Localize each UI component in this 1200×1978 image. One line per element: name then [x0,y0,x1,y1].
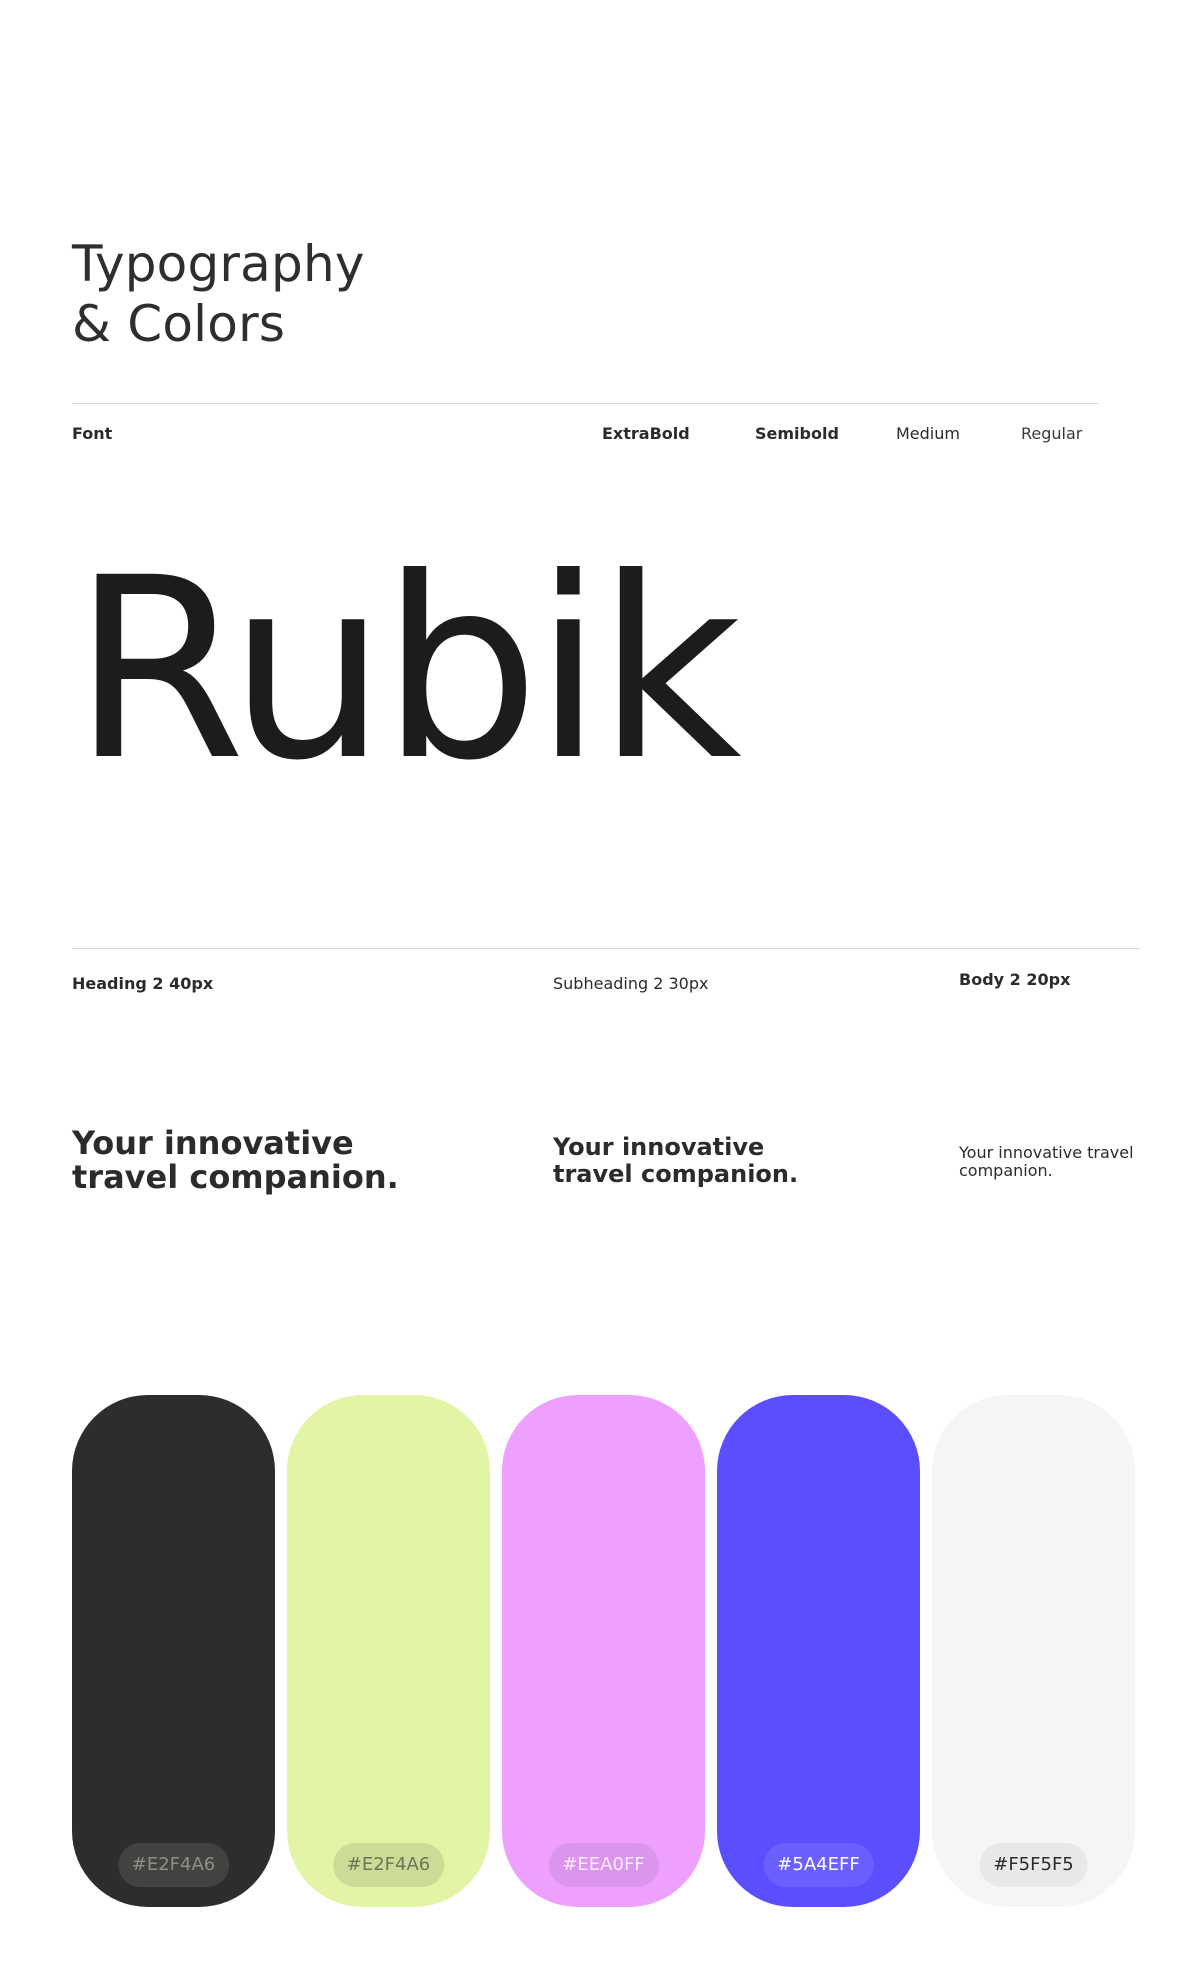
color-swatch-pink: #EEA0FF [502,1395,705,1907]
page-title-line-1: Typography [72,235,365,293]
page-title: Typography & Colors [72,234,365,354]
subheading-2-spec-label: Subheading 2 30px [553,974,709,993]
color-palette: #E2F4A6 #E2F4A6 #EEA0FF #5A4EFF #F5F5F5 [72,1395,1135,1907]
subheading-2-sample-line-2: travel companion. [553,1160,799,1188]
color-swatch-dark: #E2F4A6 [72,1395,275,1907]
body-2-sample: Your innovative travel companion. [959,1144,1134,1180]
heading-2-sample-line-2: travel companion. [72,1158,399,1196]
color-swatch-lime: #E2F4A6 [287,1395,490,1907]
color-swatch-hex-label: #E2F4A6 [117,1843,230,1887]
color-swatch-hex-label: #EEA0FF [548,1843,659,1887]
color-swatch-blue: #5A4EFF [717,1395,920,1907]
color-swatch-light-gray: #F5F5F5 [932,1395,1135,1907]
heading-2-sample: Your innovative travel companion. [72,1126,399,1194]
body-2-sample-line-1: Your innovative travel [959,1143,1134,1162]
page-title-line-2: & Colors [72,295,286,353]
heading-2-spec-label: Heading 2 40px [72,974,214,993]
body-2-spec-label: Body 2 20px [959,970,1071,989]
weight-medium-label: Medium [896,424,960,443]
weight-semibold-label: Semibold [755,424,839,443]
color-swatch-hex-label: #F5F5F5 [979,1843,1088,1887]
font-specimen: Rubik [72,524,742,815]
weight-regular-label: Regular [1021,424,1083,443]
divider-top [72,403,1098,404]
body-2-sample-line-2: companion. [959,1161,1053,1180]
color-swatch-hex-label: #5A4EFF [763,1843,874,1887]
font-label: Font [72,424,113,443]
color-swatch-hex-label: #E2F4A6 [332,1843,445,1887]
subheading-2-sample-line-1: Your innovative [553,1133,765,1161]
divider-middle [72,948,1140,949]
heading-2-sample-line-1: Your innovative [72,1124,354,1162]
weight-extrabold-label: ExtraBold [602,424,690,443]
subheading-2-sample: Your innovative travel companion. [553,1134,798,1188]
